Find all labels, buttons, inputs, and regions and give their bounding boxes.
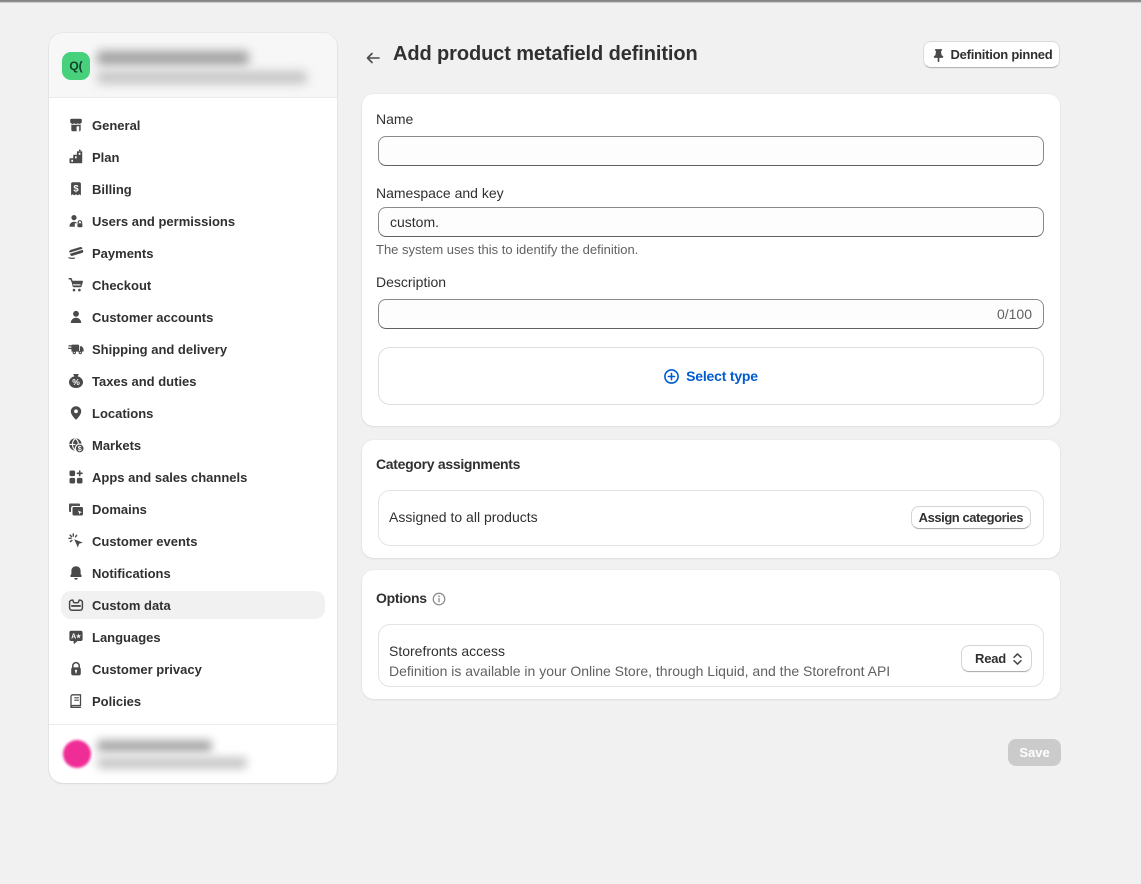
svg-text:%: % xyxy=(72,377,80,387)
svg-text:$: $ xyxy=(78,446,82,453)
svg-text:$: $ xyxy=(73,184,79,195)
